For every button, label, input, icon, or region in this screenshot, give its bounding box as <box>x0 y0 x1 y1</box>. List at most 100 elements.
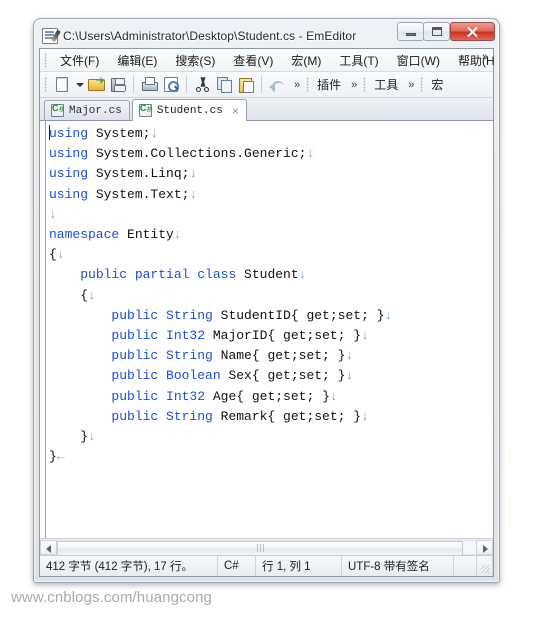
code-keyword: using <box>49 166 89 182</box>
line-break-mark-icon: ↓ <box>189 186 198 202</box>
macro-bar-grip[interactable] <box>420 77 424 92</box>
scrollbar-track[interactable] <box>57 539 476 556</box>
code-plain <box>49 348 111 363</box>
toolbar-drag-grip[interactable] <box>44 77 47 92</box>
tab-student-cs[interactable]: Student.cs × <box>131 99 247 121</box>
tools-button[interactable]: 工具 <box>370 74 402 95</box>
scrollbar-thumb[interactable] <box>57 540 464 556</box>
status-file-size: 412 字节 (412 字节), 17 行。 <box>40 556 218 576</box>
close-button[interactable] <box>450 22 495 41</box>
paste-button[interactable] <box>235 74 257 95</box>
code-plain: } <box>49 449 57 465</box>
code-plain <box>49 328 111 343</box>
macro-button[interactable]: 宏 <box>427 74 447 95</box>
tools-overflow-chevron-icon[interactable]: » <box>402 79 420 91</box>
menu-item-window[interactable]: 窗口(W) <box>388 50 449 71</box>
minimize-button[interactable] <box>397 22 424 41</box>
code-plain: Student <box>236 267 299 283</box>
resize-grip[interactable] <box>477 556 493 576</box>
save-file-button[interactable] <box>107 74 129 95</box>
menu-item-edit[interactable]: 编辑(E) <box>108 50 166 71</box>
new-file-button[interactable] <box>51 74 73 95</box>
tab-close-icon[interactable]: × <box>232 104 239 118</box>
new-file-dropdown-arrow-icon[interactable] <box>73 74 85 95</box>
menu-item-search[interactable]: 搜索(S) <box>166 50 224 71</box>
code-plain: System.Collections.Generic; <box>88 146 307 162</box>
code-keyword: public Boolean <box>111 368 221 384</box>
code-plain: Remark{ get;set; } <box>212 408 362 424</box>
plugins-overflow-chevron-icon[interactable]: » <box>345 79 363 91</box>
code-keyword: public String <box>111 408 213 424</box>
code-keyword: using <box>49 146 89 162</box>
code-plain: Entity <box>119 227 174 243</box>
copy-button[interactable] <box>213 74 235 95</box>
menu-overflow-chevron-icon[interactable]: » <box>482 51 488 63</box>
print-preview-button[interactable] <box>160 74 182 95</box>
undo-button[interactable] <box>266 74 288 95</box>
code-keyword: public Int32 <box>111 328 206 344</box>
menu-item-view[interactable]: 查看(V) <box>224 50 282 71</box>
menu-item-tools[interactable]: 工具(T) <box>330 50 387 71</box>
line-break-mark-icon: ↓ <box>56 247 65 263</box>
code-line: public partial class Student↓ <box>49 265 491 285</box>
line-break-mark-icon: ↓ <box>361 328 369 344</box>
editor-gutter <box>40 121 46 538</box>
csharp-file-icon <box>138 103 152 117</box>
code-text[interactable]: using System;↓ using System.Collections.G… <box>49 124 491 538</box>
screenshot-root: C:\Users\Administrator\Desktop\Student.c… <box>0 0 545 619</box>
tab-major-cs[interactable]: Major.cs <box>44 100 130 120</box>
menu-bar: 文件(F) 编辑(E) 搜索(S) 查看(V) 宏(M) 工具(T) 窗口(W)… <box>40 49 495 72</box>
tool-bar: » 插件 » 工具 » 宏 <box>40 72 493 98</box>
line-break-mark-icon: ↓ <box>49 206 57 222</box>
menu-item-file[interactable]: 文件(F) <box>51 50 108 71</box>
undo-arrow-icon <box>269 78 285 92</box>
client-area: 文件(F) 编辑(E) 搜索(S) 查看(V) 宏(M) 工具(T) 窗口(W)… <box>39 48 495 577</box>
editor-area[interactable]: using System;↓ using System.Collections.G… <box>40 121 493 538</box>
menu-drag-grip[interactable] <box>44 52 47 68</box>
code-plain: System.Text; <box>88 186 190 202</box>
title-bar[interactable]: C:\Users\Administrator\Desktop\Student.c… <box>39 22 495 48</box>
code-plain <box>49 267 80 282</box>
code-line: namespace Entity↓ <box>49 225 491 245</box>
print-button[interactable] <box>138 74 160 95</box>
line-break-mark-icon: ↓ <box>345 368 354 384</box>
code-keyword: namespace <box>49 227 120 243</box>
scroll-left-arrow-icon[interactable] <box>40 539 57 555</box>
caption-buttons <box>397 22 495 41</box>
plugins-button[interactable]: 插件 <box>313 74 345 95</box>
toolbar-separator <box>261 76 262 93</box>
paste-icon <box>238 77 254 93</box>
code-plain: Name{ get;set; } <box>212 348 346 364</box>
code-line: public String Name{ get;set; }↓ <box>49 346 491 366</box>
line-break-mark-icon: ↓ <box>329 388 338 404</box>
open-file-button[interactable] <box>85 74 107 95</box>
code-plain <box>49 308 111 323</box>
code-line: public String Remark{ get;set; }↓ <box>49 407 491 427</box>
line-break-mark-icon: ↓ <box>189 166 198 182</box>
status-caret-position[interactable]: 行 1, 列 1 <box>256 556 342 576</box>
tab-bar: Major.cs Student.cs × <box>40 98 493 121</box>
scroll-right-arrow-icon[interactable] <box>476 539 493 555</box>
code-line: using System.Collections.Generic;↓ <box>49 144 491 164</box>
maximize-icon <box>432 27 442 36</box>
line-break-mark-icon: ↓ <box>361 408 369 424</box>
code-plain <box>49 389 111 404</box>
status-encoding[interactable]: UTF-8 带有签名 <box>342 556 454 576</box>
window-title: C:\Users\Administrator\Desktop\Student.c… <box>63 29 357 43</box>
new-file-icon <box>56 77 68 92</box>
horizontal-scrollbar[interactable] <box>40 538 493 556</box>
line-break-mark-icon: ↓ <box>345 348 354 364</box>
cut-button[interactable] <box>191 74 213 95</box>
status-language[interactable]: C# <box>218 556 256 576</box>
line-break-mark-icon: ↓ <box>384 307 393 323</box>
menu-item-help[interactable]: 帮助(H <box>449 50 504 71</box>
emeditor-window: C:\Users\Administrator\Desktop\Student.c… <box>33 18 500 583</box>
code-keyword: using <box>49 126 89 141</box>
code-plain: System.Linq; <box>88 166 190 182</box>
plugins-bar-grip[interactable] <box>306 77 310 92</box>
tools-bar-grip[interactable] <box>363 77 367 92</box>
code-keyword: public partial class <box>80 267 237 283</box>
toolbar-overflow-chevron-icon[interactable]: » <box>288 79 306 91</box>
menu-item-macro[interactable]: 宏(M) <box>282 50 330 71</box>
maximize-button[interactable] <box>423 22 450 41</box>
